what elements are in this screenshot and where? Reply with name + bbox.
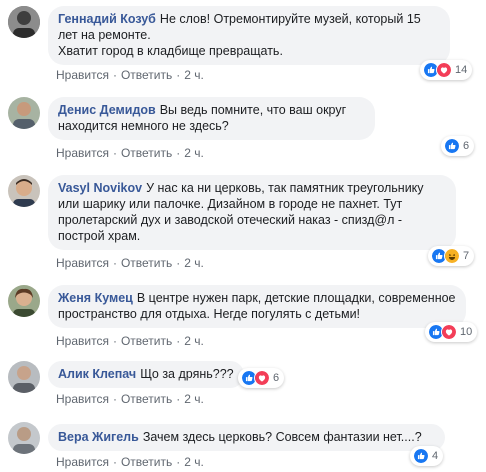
separator: ·	[112, 334, 117, 348]
reply-link[interactable]: Ответить	[121, 146, 172, 160]
reactions-count: 4	[432, 450, 439, 462]
comment-actions: Нравится · Ответить · 2 ч.	[56, 68, 204, 82]
separator: ·	[176, 455, 181, 469]
love-icon	[436, 62, 452, 78]
comment-bubble: Vasyl Novikov У нас ка ни церковь, так па…	[48, 175, 456, 250]
comment-actions: Нравится · Ответить · 2 ч.	[56, 256, 204, 270]
separator: ·	[112, 455, 117, 469]
comment-author[interactable]: Денис Демидов	[58, 103, 156, 117]
love-icon	[254, 370, 270, 386]
comment-text: Зачем здесь церковь? Совсем фантазии нет…	[142, 430, 422, 444]
comment-actions: Нравится · Ответить · 2 ч.	[56, 146, 204, 160]
reactions-count: 10	[460, 326, 473, 338]
reactions-badge[interactable]: 6	[238, 368, 285, 388]
like-link[interactable]: Нравится	[56, 455, 109, 469]
separator: ·	[176, 68, 181, 82]
reply-link[interactable]: Ответить	[121, 392, 172, 406]
avatar[interactable]	[8, 97, 40, 129]
love-icon	[441, 324, 457, 340]
comment-time[interactable]: 2 ч.	[184, 256, 204, 270]
haha-icon	[444, 248, 460, 264]
like-link[interactable]: Нравится	[56, 146, 109, 160]
avatar[interactable]	[8, 422, 40, 454]
comment-time[interactable]: 2 ч.	[184, 334, 204, 348]
comment-bubble: Вера Жигель Зачем здесь церковь? Совсем ф…	[48, 424, 445, 451]
reply-link[interactable]: Ответить	[121, 68, 172, 82]
separator: ·	[112, 256, 117, 270]
separator: ·	[176, 146, 181, 160]
separator: ·	[112, 68, 117, 82]
reactions-count: 6	[463, 140, 470, 152]
comment-author[interactable]: Геннадий Козуб	[58, 12, 156, 26]
reply-link[interactable]: Ответить	[121, 455, 172, 469]
separator: ·	[176, 334, 181, 348]
comment-author[interactable]: Vasyl Novikov	[58, 181, 142, 195]
reactions-count: 7	[463, 250, 470, 262]
avatar[interactable]	[8, 285, 40, 317]
like-link[interactable]: Нравится	[56, 256, 109, 270]
comment-bubble: Алик Клепач Що за дрянь???	[48, 361, 244, 388]
comment-author[interactable]: Женя Кумец	[58, 291, 133, 305]
reactions-badge[interactable]: 4	[410, 446, 444, 466]
reply-link[interactable]: Ответить	[121, 334, 172, 348]
comment-time[interactable]: 2 ч.	[184, 146, 204, 160]
comment-text: Що за дрянь???	[140, 367, 234, 381]
avatar[interactable]	[8, 361, 40, 393]
like-link[interactable]: Нравится	[56, 68, 109, 82]
comment-bubble: Женя Кумец В центре нужен парк, детские п…	[48, 285, 466, 328]
comment-actions: Нравится · Ответить · 2 ч.	[56, 455, 204, 469]
reactions-badge[interactable]: 6	[441, 136, 475, 156]
reply-link[interactable]: Ответить	[121, 256, 172, 270]
comment-time[interactable]: 2 ч.	[184, 68, 204, 82]
comment-author[interactable]: Алик Клепач	[58, 367, 136, 381]
separator: ·	[176, 392, 181, 406]
comment-text: Хватит город в кладбище превращать.	[58, 44, 283, 58]
like-link[interactable]: Нравится	[56, 392, 109, 406]
avatar[interactable]	[8, 175, 40, 207]
like-link[interactable]: Нравится	[56, 334, 109, 348]
comment-bubble: Геннадий Козуб Не слов! Отремонтируйте му…	[48, 6, 450, 65]
reactions-count: 14	[455, 64, 468, 76]
reactions-count: 6	[273, 372, 280, 384]
separator: ·	[112, 392, 117, 406]
like-icon	[413, 448, 429, 464]
comment-actions: Нравится · Ответить · 2 ч.	[56, 334, 204, 348]
comment-bubble: Денис Демидов Вы ведь помните, что ваш ок…	[48, 97, 375, 140]
comment-time[interactable]: 2 ч.	[184, 455, 204, 469]
separator: ·	[176, 256, 181, 270]
reactions-badge[interactable]: 7	[428, 246, 475, 266]
reactions-badge[interactable]: 10	[425, 322, 478, 342]
comment-time[interactable]: 2 ч.	[184, 392, 204, 406]
comment-actions: Нравится · Ответить · 2 ч.	[56, 392, 204, 406]
avatar[interactable]	[8, 6, 40, 38]
reactions-badge[interactable]: 14	[420, 60, 473, 80]
separator: ·	[112, 146, 117, 160]
comment-author[interactable]: Вера Жигель	[58, 430, 139, 444]
like-icon	[444, 138, 460, 154]
